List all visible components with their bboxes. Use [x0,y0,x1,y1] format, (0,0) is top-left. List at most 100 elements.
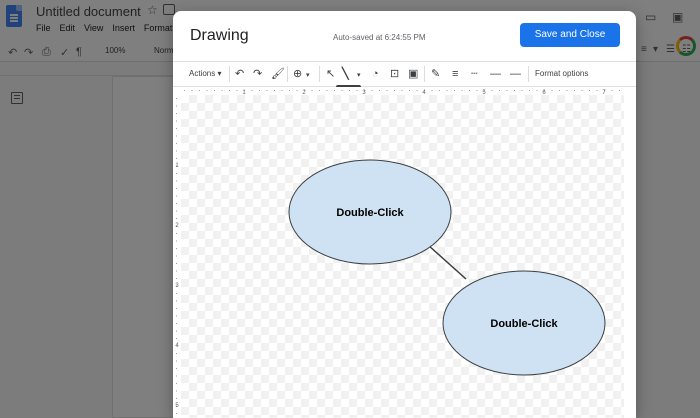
ruler-tick [206,90,208,91]
ellipse-bottom-label[interactable]: Double-Click [490,318,558,330]
connector-line[interactable] [427,244,467,280]
ruler-tick [176,135,177,137]
ruler-tick [176,150,177,152]
ruler-tick [461,90,463,91]
ruler-tick [176,98,177,99]
toolbar-separator [528,66,529,82]
toolbar-separator [229,66,230,82]
ruler-tick [191,90,193,91]
format-options-button[interactable]: Format options [535,69,588,78]
line-dash-icon[interactable]: ┄ [471,68,478,80]
ruler-tick [371,90,373,91]
ruler-tick [176,270,177,272]
zoom-icon[interactable]: ⊕ [293,68,302,80]
ruler-tick [296,90,298,91]
ruler-tick [431,90,433,91]
ruler-tick [176,180,177,182]
paint-format-icon[interactable]: 🖌 [271,68,285,80]
ruler-tick [176,143,177,144]
save-and-close-button[interactable]: Save and Close [520,23,620,47]
zoom-dropdown-icon[interactable]: ▾ [306,70,310,82]
ruler-tick [259,90,260,91]
ruler-tick [251,90,253,91]
ruler-tick [176,263,177,264]
ruler-tick [596,90,598,91]
redo-icon[interactable]: ↷ [253,68,262,80]
ruler-tick [176,255,177,257]
drawing-shapes: Double-Click Double-Click [288,159,606,376]
ruler-tick [326,90,328,91]
ruler-tick [176,218,177,219]
ruler-tick [176,323,177,324]
ruler-tick [619,90,620,91]
ruler-tick [176,383,177,384]
ruler-tick [229,90,230,91]
ruler-tick [176,128,177,129]
select-cursor-icon[interactable]: ↖ [326,68,335,80]
ruler-tick [334,90,335,91]
ruler-tick [176,390,177,392]
ruler-tick [611,90,613,91]
ruler-tick [559,90,560,91]
ruler-tick [176,413,177,414]
ruler-tick [176,360,177,362]
ruler-tick [176,173,177,174]
ruler-tick [176,353,177,354]
ruler-tick [214,90,215,91]
ruler-tick [176,105,177,107]
ruler-tick [446,90,448,91]
autosave-status: Auto-saved at 6:24:55 PM [333,33,426,42]
ruler-tick [536,90,538,91]
ruler-tick [551,90,553,91]
ruler-tick [439,90,440,91]
image-icon[interactable]: ▣ [408,68,418,80]
ruler-tick [469,90,470,91]
ruler-tick [176,293,177,294]
ruler-tick [176,375,177,377]
ruler-tick [566,90,568,91]
ruler-tick [521,90,523,91]
ellipse-top-label[interactable]: Double-Click [336,207,404,219]
ruler-tick [184,90,185,91]
ruler-tick [176,248,177,249]
line-weight-icon[interactable]: ≡ [452,68,458,80]
ruler-tick [319,90,320,91]
ruler-tick [176,300,177,302]
horizontal-ruler: 1 2 3 4 5 6 7 [181,87,624,95]
ruler-tick [581,90,583,91]
line-end-icon[interactable]: — [510,68,521,80]
ruler-tick [176,315,177,317]
ruler-tick [176,398,177,399]
ruler-tick [454,90,455,91]
ruler-tick [514,90,515,91]
vertical-ruler: 1 2 3 4 5 [173,95,181,418]
ruler-tick [266,90,268,91]
undo-icon[interactable]: ↶ [235,68,244,80]
line-dropdown-icon[interactable]: ▾ [357,70,361,82]
ruler-tick [289,90,290,91]
line-color-icon[interactable]: ✎ [431,68,440,80]
line-icon[interactable]: ╲ [342,68,349,80]
actions-menu-label: Actions [189,69,216,78]
line-start-icon[interactable]: — [490,68,501,80]
actions-menu[interactable]: Actions ▾ [189,69,221,78]
canvas-right-margin [624,87,636,418]
toolbar-separator [287,66,288,82]
ruler-tick [356,90,358,91]
ruler-tick [341,90,343,91]
ruler-tick [176,240,177,242]
drawing-canvas[interactable]: Double-Click Double-Click [181,95,624,418]
ruler-tick [401,90,403,91]
toolbar-separator [424,66,425,82]
shape-icon[interactable]: ◔ [372,68,379,80]
toolbar-separator [319,66,320,82]
ruler-tick [176,195,177,197]
ruler-tick [176,188,177,189]
ruler-tick [176,368,177,369]
text-box-icon[interactable]: ⊡ [390,68,399,80]
ruler-tick [176,113,177,114]
ruler-tick [499,90,500,91]
ruler-tick [349,90,350,91]
ruler-tick [176,210,177,212]
ruler-tick [476,90,478,91]
